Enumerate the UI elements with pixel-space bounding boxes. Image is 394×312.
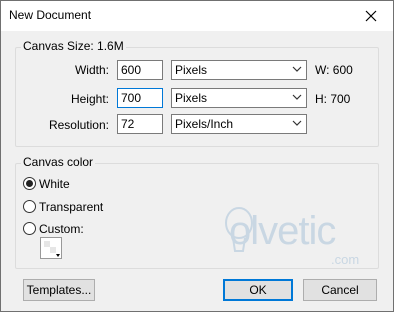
- close-icon: [365, 10, 377, 22]
- height-input[interactable]: 700: [117, 88, 163, 108]
- chevron-down-icon: [292, 120, 302, 126]
- color-picker-icon: [44, 241, 60, 257]
- title-bar: New Document: [1, 1, 393, 31]
- height-label: Height:: [70, 92, 109, 106]
- watermark-text: olvetic: [229, 209, 336, 253]
- dialog-title: New Document: [9, 8, 92, 22]
- width-readout: W: 600: [315, 63, 353, 77]
- new-document-dialog: New Document Canvas Size: 1.6M Width: 60…: [0, 0, 394, 312]
- height-unit-value: Pixels: [175, 91, 208, 105]
- canvas-color-label: Canvas color: [21, 155, 96, 169]
- close-button[interactable]: [349, 1, 393, 31]
- radio-custom-label[interactable]: Custom:: [39, 222, 84, 236]
- radio-custom[interactable]: [23, 222, 36, 235]
- width-input[interactable]: 600: [117, 60, 163, 80]
- chevron-down-icon: [292, 66, 302, 72]
- resolution-unit-value: Pixels/Inch: [175, 117, 234, 131]
- watermark-domain: .com: [331, 252, 360, 267]
- height-readout: H: 700: [315, 92, 351, 106]
- radio-white[interactable]: [23, 177, 36, 190]
- custom-color-swatch[interactable]: [40, 237, 62, 259]
- resolution-input[interactable]: 72: [117, 114, 163, 134]
- width-unit-select[interactable]: Pixels: [171, 60, 307, 80]
- resolution-unit-select[interactable]: Pixels/Inch: [171, 114, 307, 134]
- width-label: Width:: [74, 63, 109, 77]
- radio-transparent[interactable]: [23, 200, 36, 213]
- width-unit-value: Pixels: [175, 63, 208, 77]
- height-unit-select[interactable]: Pixels: [171, 88, 307, 108]
- radio-white-label[interactable]: White: [39, 177, 70, 191]
- cancel-button[interactable]: Cancel: [303, 279, 377, 301]
- templates-button[interactable]: Templates...: [23, 279, 95, 301]
- ok-button[interactable]: OK: [223, 279, 293, 301]
- radio-transparent-label[interactable]: Transparent: [39, 200, 103, 214]
- chevron-down-icon: [292, 94, 302, 100]
- canvas-size-label: Canvas Size: 1.6M: [21, 39, 126, 53]
- resolution-label: Resolution:: [48, 118, 109, 132]
